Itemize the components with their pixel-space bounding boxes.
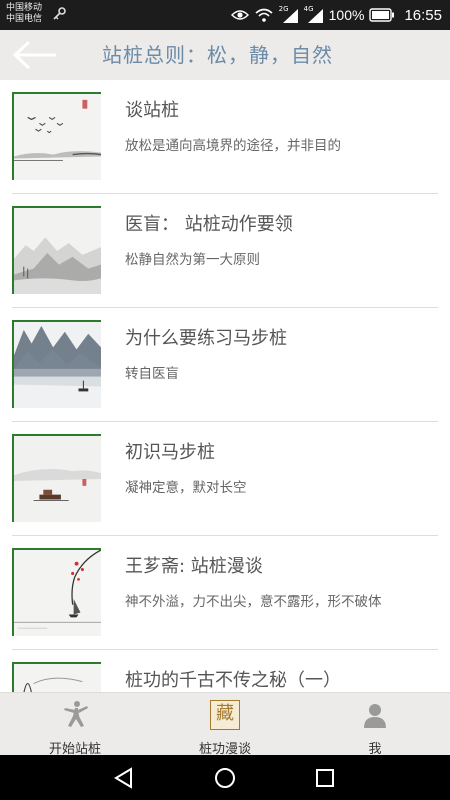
system-nav-bar bbox=[0, 755, 450, 800]
back-triangle-icon[interactable] bbox=[112, 766, 136, 790]
article-thumbnail bbox=[12, 320, 101, 408]
article-subtitle: 松静自然为第一大原则 bbox=[125, 252, 260, 268]
carrier-info: 中国移动 中国电信 bbox=[6, 3, 42, 25]
tab-start-standing[interactable]: 开始站桩 bbox=[0, 693, 150, 757]
signal-icon-2 bbox=[307, 9, 323, 23]
home-circle-icon[interactable] bbox=[213, 766, 237, 790]
key-icon bbox=[53, 7, 66, 20]
cang-seal-icon: 藏 bbox=[210, 700, 240, 730]
list-item[interactable]: 谈站桩 放松是通向高境界的途径，并非目的 bbox=[0, 80, 450, 194]
article-subtitle: 转自医盲 bbox=[125, 366, 179, 382]
recents-square-icon[interactable] bbox=[313, 766, 337, 790]
app-header: 站桩总则：松，静，自然 bbox=[0, 30, 450, 80]
tab-stance-talks[interactable]: 藏 桩功漫谈 bbox=[150, 693, 300, 757]
list-item[interactable]: 初识马步桩 凝神定意，默对长空 bbox=[0, 422, 450, 536]
bottom-tab-bar: 开始站桩 藏 桩功漫谈 我 bbox=[0, 692, 450, 757]
battery-icon bbox=[369, 8, 395, 22]
carrier-1: 中国移动 bbox=[6, 3, 43, 13]
article-subtitle: 凝神定意，默对长空 bbox=[125, 480, 247, 496]
list-item[interactable]: 为什么要练习马步桩 转自医盲 bbox=[0, 308, 450, 422]
article-title: 谈站桩 bbox=[125, 100, 179, 121]
article-title: 桩功的千古不传之秘（一） bbox=[125, 670, 341, 691]
clock: 16:55 bbox=[404, 6, 442, 24]
article-thumbnail bbox=[12, 548, 101, 636]
article-subtitle: 神不外溢，力不出尖，意不露形，形不破体 bbox=[125, 594, 382, 610]
article-title: 初识马步桩 bbox=[125, 442, 215, 463]
article-list[interactable]: 谈站桩 放松是通向高境界的途径，并非目的 医盲： 站桩动作要领 松静自然为第一大… bbox=[0, 80, 450, 692]
page-title: 站桩总则：松，静，自然 bbox=[102, 43, 333, 67]
article-title: 为什么要练习马步桩 bbox=[125, 328, 287, 349]
tab-me[interactable]: 我 bbox=[300, 693, 450, 757]
carrier-2: 中国电信 bbox=[6, 14, 43, 24]
signal-icon-1 bbox=[282, 9, 298, 23]
back-button[interactable] bbox=[12, 40, 58, 70]
article-thumbnail bbox=[12, 662, 101, 692]
seal-character: 藏 bbox=[216, 703, 234, 724]
martial-arts-figure-icon bbox=[64, 701, 88, 727]
list-item[interactable]: 王芗斋: 站桩漫谈 神不外溢，力不出尖，意不露形，形不破体 bbox=[0, 536, 450, 650]
article-title: 王芗斋: 站桩漫谈 bbox=[125, 556, 263, 577]
status-bar: 中国移动 中国电信 2G 4G 100% 16:55 bbox=[0, 0, 450, 30]
article-title: 医盲： 站桩动作要领 bbox=[125, 214, 293, 235]
battery-percent: 100% bbox=[328, 7, 365, 23]
eye-icon bbox=[230, 10, 249, 20]
article-thumbnail bbox=[12, 92, 101, 180]
wifi-icon bbox=[255, 8, 273, 22]
arrow-left-icon bbox=[12, 40, 56, 70]
list-item[interactable]: 桩功的千古不传之秘（一） bbox=[0, 650, 450, 692]
user-icon bbox=[364, 704, 386, 728]
article-thumbnail bbox=[12, 434, 101, 522]
article-thumbnail bbox=[12, 206, 101, 294]
list-item[interactable]: 医盲： 站桩动作要领 松静自然为第一大原则 bbox=[0, 194, 450, 308]
article-subtitle: 放松是通向高境界的途径，并非目的 bbox=[125, 138, 341, 154]
